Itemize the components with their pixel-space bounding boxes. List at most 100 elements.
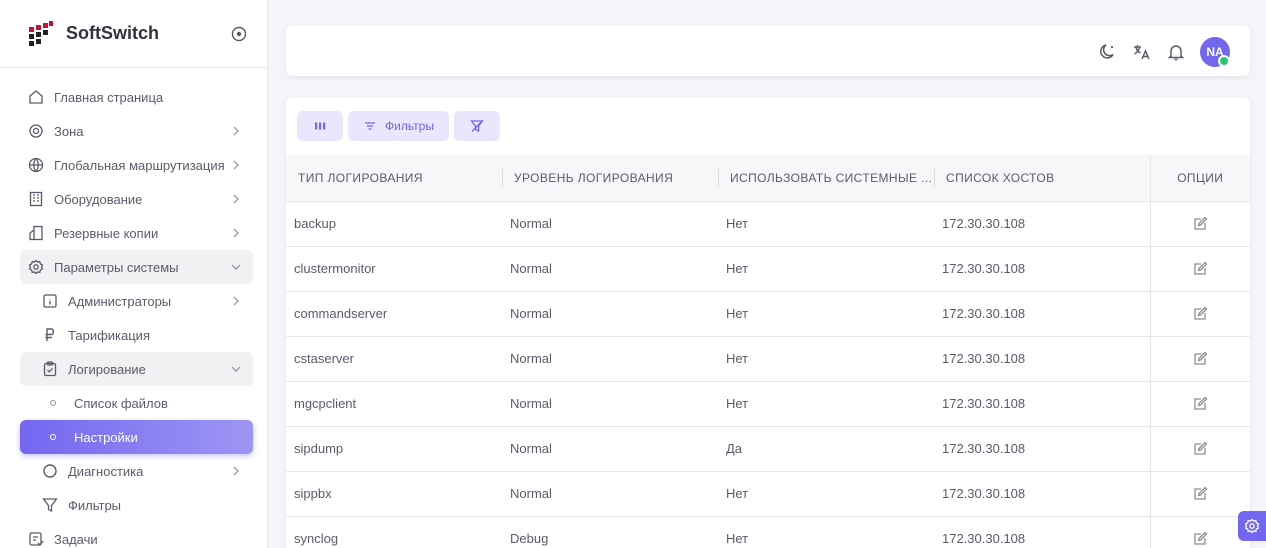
navbar-actions: NA — [1098, 37, 1230, 67]
cell-options — [1149, 426, 1250, 471]
chevron-right-icon — [233, 296, 239, 306]
column-header-log-type[interactable]: ТИП ЛОГИРОВАНИЯ — [286, 155, 502, 201]
edit-icon[interactable] — [1192, 441, 1208, 457]
gear-icon — [1244, 518, 1260, 534]
edit-icon[interactable] — [1192, 216, 1208, 232]
sidebar-item-logging[interactable]: Логирование — [20, 352, 253, 386]
target-icon — [29, 124, 43, 138]
filter-clear-icon — [470, 120, 484, 133]
sidebar-item-filters[interactable]: Фильтры — [20, 488, 253, 522]
sidebar-item-label: Оборудование — [54, 191, 143, 207]
column-header-label: ОПЦИИ — [1177, 170, 1224, 185]
chevron-right-icon — [233, 194, 239, 204]
sidebar-item-zone[interactable]: Зона — [20, 114, 253, 148]
clipboard-icon — [43, 361, 57, 377]
chevron-right-icon — [233, 466, 239, 476]
sidebar: SoftSwitch Главная страница Зона Глобаль… — [0, 0, 268, 548]
column-header-options: ОПЦИИ — [1149, 155, 1250, 201]
sidebar-item-settings[interactable]: Настройки — [20, 420, 253, 454]
column-header-label: УРОВЕНЬ ЛОГИРОВАНИЯ — [514, 170, 674, 185]
building-icon — [29, 191, 43, 207]
user-avatar[interactable]: NA — [1200, 37, 1230, 67]
ruble-icon — [45, 328, 55, 341]
globe-icon — [28, 157, 44, 173]
sidebar-item-tasks[interactable]: Задачи — [20, 522, 253, 548]
dark-mode-icon[interactable] — [1098, 42, 1118, 62]
cell-host-list: 172.30.30.108 — [942, 396, 1026, 411]
cell-use-system: Нет — [726, 396, 749, 411]
cell-log-type: clustermonitor — [294, 261, 376, 276]
cell-host-list: 172.30.30.108 — [942, 486, 1026, 501]
table-row: backup Normal Нет 172.30.30.108 — [286, 201, 1250, 246]
column-header-use-system[interactable]: ИСПОЛЬЗОВАТЬ СИСТЕМНЫЕ ... — [718, 155, 934, 201]
chevron-down-icon — [231, 366, 241, 372]
notifications-bell-icon[interactable] — [1166, 42, 1186, 62]
sidebar-item-home[interactable]: Главная страница — [20, 80, 253, 114]
sidebar-item-label: Зона — [54, 123, 84, 139]
table-toolbar: Фильтры — [297, 111, 500, 141]
cell-log-type: backup — [294, 216, 336, 231]
sidebar-item-billing[interactable]: Тарификация — [20, 318, 253, 352]
cell-log-type: commandserver — [294, 306, 388, 321]
language-icon[interactable] — [1132, 42, 1152, 62]
cell-options — [1149, 246, 1250, 291]
column-header-log-level[interactable]: УРОВЕНЬ ЛОГИРОВАНИЯ — [502, 155, 718, 201]
chevron-right-icon — [233, 160, 239, 170]
sidebar-item-label: Администраторы — [68, 293, 172, 309]
edit-icon[interactable] — [1192, 486, 1208, 502]
sidebar-item-label: Тарификация — [68, 327, 150, 343]
column-header-label: ТИП ЛОГИРОВАНИЯ — [298, 170, 423, 185]
cell-log-level: Normal — [510, 351, 552, 366]
filter-lines-icon — [365, 122, 376, 130]
cell-use-system: Нет — [726, 351, 749, 366]
circle-dot-icon — [50, 400, 56, 406]
sidebar-item-equipment[interactable]: Оборудование — [20, 182, 253, 216]
edit-icon[interactable] — [1192, 531, 1208, 547]
cell-host-list: 172.30.30.108 — [942, 306, 1026, 321]
cell-log-level: Normal — [510, 261, 552, 276]
table-row: clustermonitor Normal Нет 172.30.30.108 — [286, 246, 1250, 291]
edit-icon[interactable] — [1192, 396, 1208, 412]
sidebar-item-label: Настройки — [74, 429, 138, 445]
clear-filters-button[interactable] — [454, 111, 500, 141]
customizer-button[interactable] — [1238, 511, 1266, 541]
edit-icon[interactable] — [1192, 306, 1208, 322]
sidebar-menu: Главная страница Зона Глобальная маршрут… — [0, 68, 267, 548]
columns-button[interactable] — [297, 111, 343, 141]
cell-log-level: Normal — [510, 396, 552, 411]
sidebar-toggle-icon[interactable] — [231, 26, 247, 42]
filters-button[interactable]: Фильтры — [348, 111, 449, 141]
cell-log-type: sippbx — [294, 486, 332, 501]
sidebar-item-label: Логирование — [68, 361, 146, 377]
edit-icon[interactable] — [1192, 261, 1208, 277]
sidebar-item-admins[interactable]: Администраторы — [20, 284, 253, 318]
logging-table: ТИП ЛОГИРОВАНИЯ УРОВЕНЬ ЛОГИРОВАНИЯ ИСПО… — [286, 155, 1250, 548]
settings-icon — [28, 259, 44, 275]
brand-header: SoftSwitch — [0, 0, 267, 68]
table-row: commandserver Normal Нет 172.30.30.108 — [286, 291, 1250, 336]
logging-settings-card: Фильтры ТИП ЛОГИРОВАНИЯ УРОВЕНЬ ЛОГИРОВА… — [286, 98, 1250, 548]
filters-button-label: Фильтры — [385, 119, 434, 133]
cell-host-list: 172.30.30.108 — [942, 441, 1026, 456]
cell-log-level: Normal — [510, 216, 552, 231]
column-separator — [718, 169, 719, 187]
sidebar-item-label: Список файлов — [74, 395, 168, 411]
filter-icon — [42, 498, 58, 513]
circle-icon — [43, 464, 57, 478]
cell-options — [1149, 381, 1250, 426]
sidebar-item-backups[interactable]: Резервные копии — [20, 216, 253, 250]
cell-host-list: 172.30.30.108 — [942, 531, 1026, 547]
sidebar-item-global-routing[interactable]: Глобальная маршрутизация — [20, 148, 253, 182]
edit-icon[interactable] — [1192, 351, 1208, 367]
cell-host-list: 172.30.30.108 — [942, 351, 1026, 366]
softswitch-logo-icon — [29, 20, 53, 46]
cell-use-system: Нет — [726, 531, 749, 547]
sidebar-item-system-settings[interactable]: Параметры системы — [20, 250, 253, 284]
cell-use-system: Нет — [726, 486, 749, 501]
cell-log-level: Normal — [510, 306, 552, 321]
sidebar-item-file-list[interactable]: Список файлов — [20, 386, 253, 420]
table-row: sipdump Normal Да 172.30.30.108 — [286, 426, 1250, 471]
table-header-row: ТИП ЛОГИРОВАНИЯ УРОВЕНЬ ЛОГИРОВАНИЯ ИСПО… — [286, 155, 1250, 201]
sidebar-item-diagnostics[interactable]: Диагностика — [20, 454, 253, 488]
column-header-host-list[interactable]: СПИСОК ХОСТОВ — [934, 155, 1150, 201]
